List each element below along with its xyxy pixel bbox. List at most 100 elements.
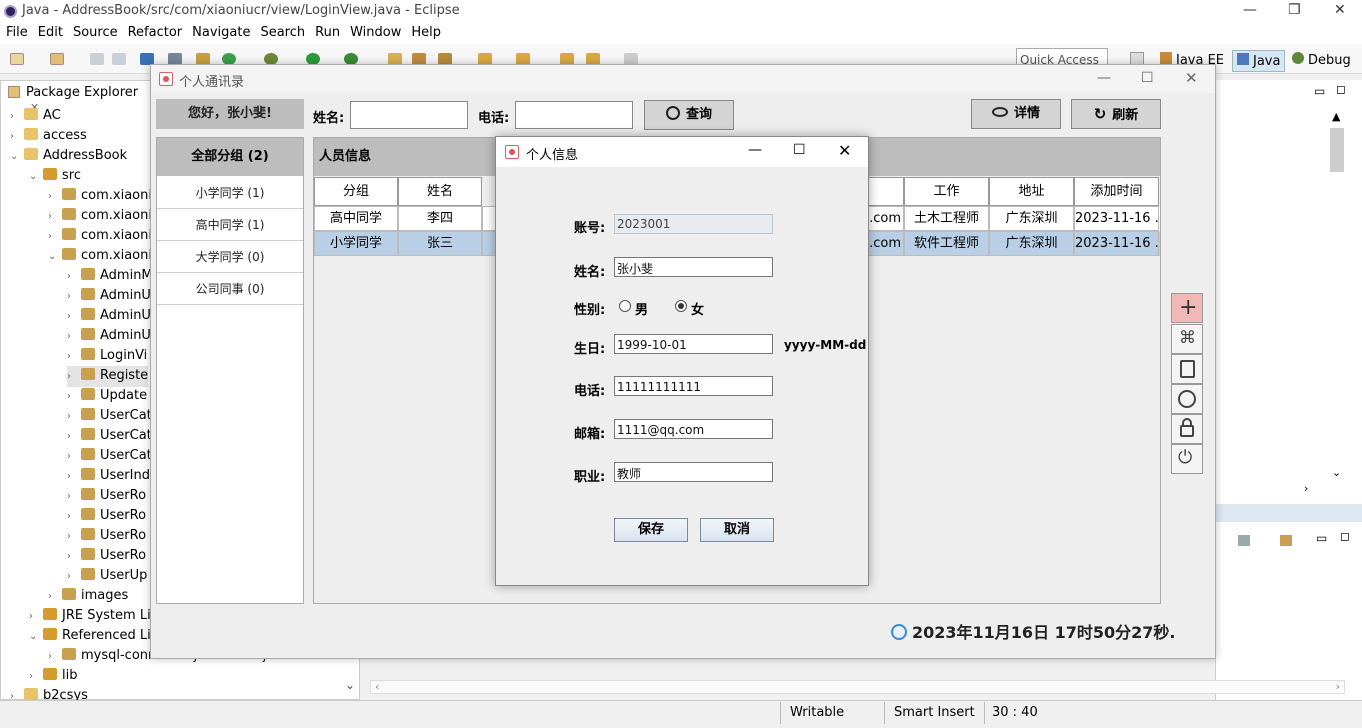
gender-male-radio[interactable] bbox=[619, 300, 631, 312]
groups-button[interactable]: ⌘ bbox=[1171, 324, 1203, 354]
tree-scrollbar[interactable]: ⌄ bbox=[345, 678, 359, 698]
tree-item[interactable]: › UserCat bbox=[67, 406, 152, 427]
expand-arrow-icon[interactable]: › bbox=[67, 307, 81, 327]
scroll-right-icon[interactable]: › bbox=[1304, 482, 1308, 495]
birthday-field[interactable] bbox=[614, 334, 773, 354]
tree-item[interactable]: › LoginVi bbox=[67, 346, 147, 367]
expand-arrow-icon[interactable]: › bbox=[10, 127, 24, 147]
menu-window[interactable]: Help bbox=[411, 24, 441, 42]
scroll-left-icon[interactable]: ‹ bbox=[375, 680, 379, 693]
collapse-arrow-icon[interactable]: ⌄ bbox=[29, 627, 43, 647]
expand-arrow-icon[interactable]: › bbox=[67, 387, 81, 407]
change-password-button[interactable] bbox=[1171, 414, 1203, 444]
tree-item[interactable]: › UserRo bbox=[67, 526, 146, 547]
scroll-up-icon[interactable]: ▲ bbox=[1332, 110, 1340, 123]
app-close-icon[interactable]: ✕ bbox=[1185, 69, 1198, 87]
name-field[interactable] bbox=[614, 257, 773, 277]
expand-arrow-icon[interactable]: › bbox=[48, 187, 62, 207]
contacts-card-button[interactable] bbox=[1171, 354, 1203, 384]
logout-button[interactable]: ⏻ bbox=[1171, 444, 1203, 474]
table-header-cell[interactable]: 姓名 bbox=[398, 177, 482, 206]
expand-arrow-icon[interactable]: › bbox=[29, 607, 43, 627]
dialog-minimize-icon[interactable]: — bbox=[748, 142, 762, 158]
table-header-cell[interactable]: 地址 bbox=[989, 177, 1074, 206]
email-field[interactable] bbox=[614, 419, 773, 439]
tree-item[interactable]: › Registe bbox=[67, 366, 149, 387]
new-package-icon[interactable] bbox=[50, 53, 64, 65]
collapse-arrow-icon[interactable]: ⌄ bbox=[29, 167, 43, 187]
group-list-header[interactable]: 全部分组 (2) bbox=[157, 138, 303, 176]
menu-edit[interactable]: Edit bbox=[38, 24, 63, 42]
app-minimize-icon[interactable]: — bbox=[1097, 70, 1111, 86]
tree-item[interactable]: › UserUp bbox=[67, 566, 147, 587]
tree-item[interactable]: › AdminU bbox=[67, 326, 151, 347]
open-console-icon[interactable] bbox=[1280, 535, 1292, 546]
tree-item[interactable]: › UserCat bbox=[67, 446, 152, 467]
app-maximize-icon[interactable]: ☐ bbox=[1141, 70, 1154, 86]
expand-arrow-icon[interactable]: › bbox=[67, 367, 81, 387]
tree-item[interactable]: › UserInd bbox=[67, 466, 150, 487]
detail-button[interactable]: 详情 bbox=[971, 99, 1061, 129]
menu-search[interactable]: Search bbox=[260, 24, 305, 42]
group-item[interactable]: 公司同事 (0) bbox=[157, 273, 303, 305]
tree-item[interactable]: › AC bbox=[10, 106, 61, 127]
menu-project[interactable]: Run bbox=[315, 24, 340, 42]
scroll-right-icon[interactable]: › bbox=[1336, 680, 1340, 693]
expand-arrow-icon[interactable]: › bbox=[67, 467, 81, 487]
expand-arrow-icon[interactable]: › bbox=[67, 567, 81, 587]
tree-item[interactable]: › Update bbox=[67, 386, 147, 407]
expand-arrow-icon[interactable]: › bbox=[67, 527, 81, 547]
maximize-console-icon[interactable]: ◻ bbox=[1340, 529, 1350, 543]
minimize-view-icon[interactable]: ▭ bbox=[1314, 84, 1325, 98]
tree-item[interactable]: › AdminU bbox=[67, 286, 151, 307]
search-phone-input[interactable] bbox=[515, 101, 633, 129]
expand-arrow-icon[interactable]: › bbox=[10, 107, 24, 127]
collapse-arrow-icon[interactable]: ⌄ bbox=[48, 247, 62, 267]
tree-item[interactable]: › access bbox=[10, 126, 87, 147]
search-name-input[interactable] bbox=[350, 101, 468, 129]
maximize-view-icon[interactable]: ◻ bbox=[1336, 82, 1346, 96]
tree-item[interactable]: ⌄ com.xiaoni bbox=[48, 246, 152, 267]
tree-item[interactable]: ⌄ src bbox=[29, 166, 81, 187]
menu-navigate[interactable]: Navigate bbox=[192, 24, 250, 42]
outline-scroll-thumb[interactable] bbox=[1330, 128, 1344, 172]
menu-source[interactable]: Source bbox=[73, 24, 118, 42]
refresh-button[interactable]: ↻ 刷新 bbox=[1071, 99, 1161, 129]
group-item[interactable]: 大学同学 (0) bbox=[157, 241, 303, 273]
perspective-debug[interactable]: Debug bbox=[1292, 52, 1351, 68]
query-button[interactable]: 查询 bbox=[644, 100, 734, 130]
expand-arrow-icon[interactable]: › bbox=[67, 407, 81, 427]
menu-refactor[interactable]: Refactor bbox=[128, 24, 183, 42]
tree-item[interactable]: › JRE System Lib bbox=[29, 606, 159, 627]
gender-male-label[interactable]: 男 bbox=[635, 299, 648, 318]
package-explorer-tab[interactable]: Package Explorer ✕ bbox=[0, 80, 150, 114]
dialog-close-icon[interactable]: ✕ bbox=[838, 141, 851, 160]
tree-item[interactable]: › com.xiaoni bbox=[48, 226, 152, 247]
tree-item[interactable]: › UserRo bbox=[67, 506, 146, 527]
gender-female-label[interactable]: 女 bbox=[691, 299, 704, 318]
expand-arrow-icon[interactable]: › bbox=[67, 547, 81, 567]
user-profile-button[interactable] bbox=[1171, 384, 1203, 414]
expand-arrow-icon[interactable]: › bbox=[67, 447, 81, 467]
tree-item[interactable]: ⌄ Referenced Lib bbox=[29, 626, 159, 647]
menu-run[interactable]: Window bbox=[350, 24, 401, 42]
tree-item[interactable]: › com.xiaoni bbox=[48, 206, 152, 227]
group-item[interactable]: 高中同学 (1) bbox=[157, 209, 303, 241]
table-header-cell[interactable]: 分组 bbox=[314, 177, 398, 206]
expand-arrow-icon[interactable]: › bbox=[67, 507, 81, 527]
gender-female-radio[interactable] bbox=[675, 300, 687, 312]
perspective-java[interactable]: Java bbox=[1232, 50, 1286, 72]
tree-item[interactable]: › com.xiaoni bbox=[48, 186, 152, 207]
save-all-icon[interactable] bbox=[112, 53, 126, 65]
minimize-console-icon[interactable]: ▭ bbox=[1316, 531, 1327, 545]
phone-field[interactable] bbox=[614, 376, 773, 396]
new-icon[interactable] bbox=[10, 53, 24, 65]
tree-item[interactable]: › UserRo bbox=[67, 486, 146, 507]
expand-arrow-icon[interactable]: › bbox=[67, 327, 81, 347]
group-item[interactable]: 小学同学 (1) bbox=[157, 177, 303, 209]
close-icon[interactable]: ✕ bbox=[1334, 2, 1346, 18]
menu-file[interactable]: File bbox=[6, 24, 28, 42]
table-header-cell[interactable]: 工作 bbox=[904, 177, 989, 206]
tree-item[interactable]: › AdminU bbox=[67, 306, 151, 327]
expand-arrow-icon[interactable]: › bbox=[29, 667, 43, 687]
